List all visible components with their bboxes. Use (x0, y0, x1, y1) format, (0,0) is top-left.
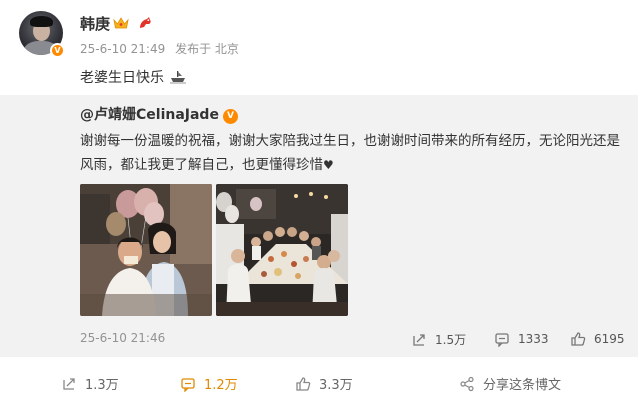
dragon-icon[interactable] (137, 15, 153, 31)
repost-count-value: 1.5万 (435, 333, 467, 347)
comment-icon (181, 377, 195, 392)
share-button-label: 分享这条博文 (483, 378, 562, 393)
post-text-content: 老婆生日快乐 (80, 70, 164, 86)
repost-repost-count[interactable]: 1.5万 (411, 331, 466, 348)
comment-button[interactable]: 1.2万 (180, 374, 238, 393)
repost-comment-count[interactable]: 1333 (494, 331, 549, 347)
thumbs-up-icon (296, 376, 311, 391)
photo-thumbnail-2[interactable] (216, 184, 348, 316)
photo-thumbnail-1[interactable] (80, 184, 212, 316)
thumbs-up-icon (571, 332, 586, 346)
like-button[interactable]: 3.3万 (295, 374, 353, 393)
repost-text-content: 谢谢每一份温暖的祝福，谢谢大家陪我过生日，也谢谢时间带来的所有经历，无论阳光还是… (80, 133, 620, 173)
post-text: 老婆生日快乐 (80, 67, 187, 87)
username[interactable]: 韩庚 (80, 13, 110, 34)
comment-count-value: 1333 (518, 332, 549, 346)
heart-icon: ♥ (323, 158, 334, 172)
comment-icon (495, 333, 509, 347)
share-icon (460, 376, 474, 391)
comment-button-label: 1.2万 (204, 378, 238, 393)
post-time[interactable]: 25-6-10 21:49 (80, 42, 165, 56)
repost-card[interactable]: @卢靖姗CelinaJade V 谢谢每一份温暖的祝福，谢谢大家陪我过生日，也谢谢… (0, 95, 638, 357)
verified-icon: V (50, 43, 65, 58)
repost-button[interactable]: 1.3万 (61, 374, 119, 393)
post-meta: 25-6-10 21:49 发布于 北京 (80, 40, 245, 57)
weibo-post: V 韩庚 25-6-10 21:49 发布于 北京 老婆生日快乐 @卢靖姗Cel… (0, 0, 638, 404)
action-bar: 1.3万 1.2万 3.3万 分享这条博文 (0, 368, 638, 398)
repost-text: 谢谢每一份温暖的祝福，谢谢大家陪我过生日，也谢谢时间带来的所有经历，无论阳光还是… (80, 129, 620, 177)
like-count-value: 6195 (594, 332, 625, 346)
verified-icon: V (222, 109, 238, 124)
like-button-label: 3.3万 (319, 378, 353, 393)
repost-button-label: 1.3万 (85, 378, 119, 393)
ship-emoji-icon (170, 71, 187, 84)
post-location: 发布于 北京 (175, 42, 239, 56)
repost-username[interactable]: @卢靖姗CelinaJade (80, 107, 219, 123)
crown-icon[interactable] (113, 16, 129, 30)
repost-icon (63, 377, 75, 390)
repost-icon (413, 333, 425, 346)
share-button[interactable]: 分享这条博文 (459, 374, 561, 393)
repost-like-count[interactable]: 6195 (570, 331, 625, 347)
repost-time[interactable]: 25-6-10 21:46 (80, 331, 165, 345)
repost-user[interactable]: @卢靖姗CelinaJade V (80, 104, 238, 124)
